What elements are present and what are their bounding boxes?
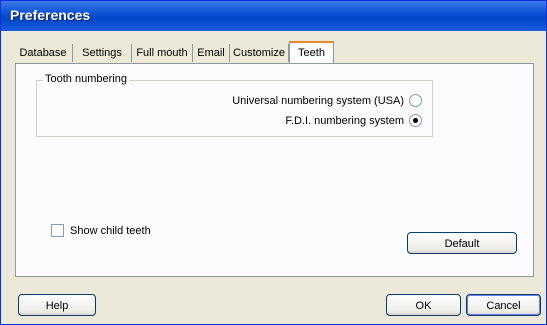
tab-customize[interactable]: Customize — [230, 44, 289, 62]
radio-universal-numbering[interactable]: Universal numbering system (USA) — [232, 94, 422, 107]
teeth-tab-panel: Tooth numbering Universal numbering syst… — [15, 63, 534, 277]
radio-fdi-label: F.D.I. numbering system — [285, 114, 404, 127]
tab-full-mouth[interactable]: Full mouth — [132, 44, 193, 62]
cancel-button[interactable]: Cancel — [466, 294, 541, 316]
preferences-window: Preferences Database Settings Full mouth… — [0, 0, 547, 325]
show-child-teeth-label: Show child teeth — [70, 224, 151, 237]
title-bar[interactable]: Preferences — [1, 1, 546, 31]
ok-button[interactable]: OK — [386, 294, 461, 316]
show-child-teeth-box[interactable] — [51, 224, 64, 237]
radio-fdi-button[interactable] — [409, 114, 422, 127]
tab-settings[interactable]: Settings — [73, 44, 132, 62]
show-child-teeth-checkbox[interactable]: Show child teeth — [51, 224, 151, 237]
default-button[interactable]: Default — [407, 232, 517, 254]
tooth-numbering-label: Tooth numbering — [43, 73, 129, 85]
tab-teeth[interactable]: Teeth — [289, 41, 334, 64]
tooth-numbering-group: Tooth numbering Universal numbering syst… — [36, 73, 433, 137]
radio-universal-label: Universal numbering system (USA) — [232, 94, 404, 107]
help-button[interactable]: Help — [18, 294, 96, 316]
radio-universal-button[interactable] — [409, 94, 422, 107]
radio-fdi-numbering[interactable]: F.D.I. numbering system — [285, 114, 422, 127]
tab-database[interactable]: Database — [14, 44, 73, 62]
window-title: Preferences — [10, 7, 91, 23]
tab-email[interactable]: Email — [193, 44, 230, 62]
